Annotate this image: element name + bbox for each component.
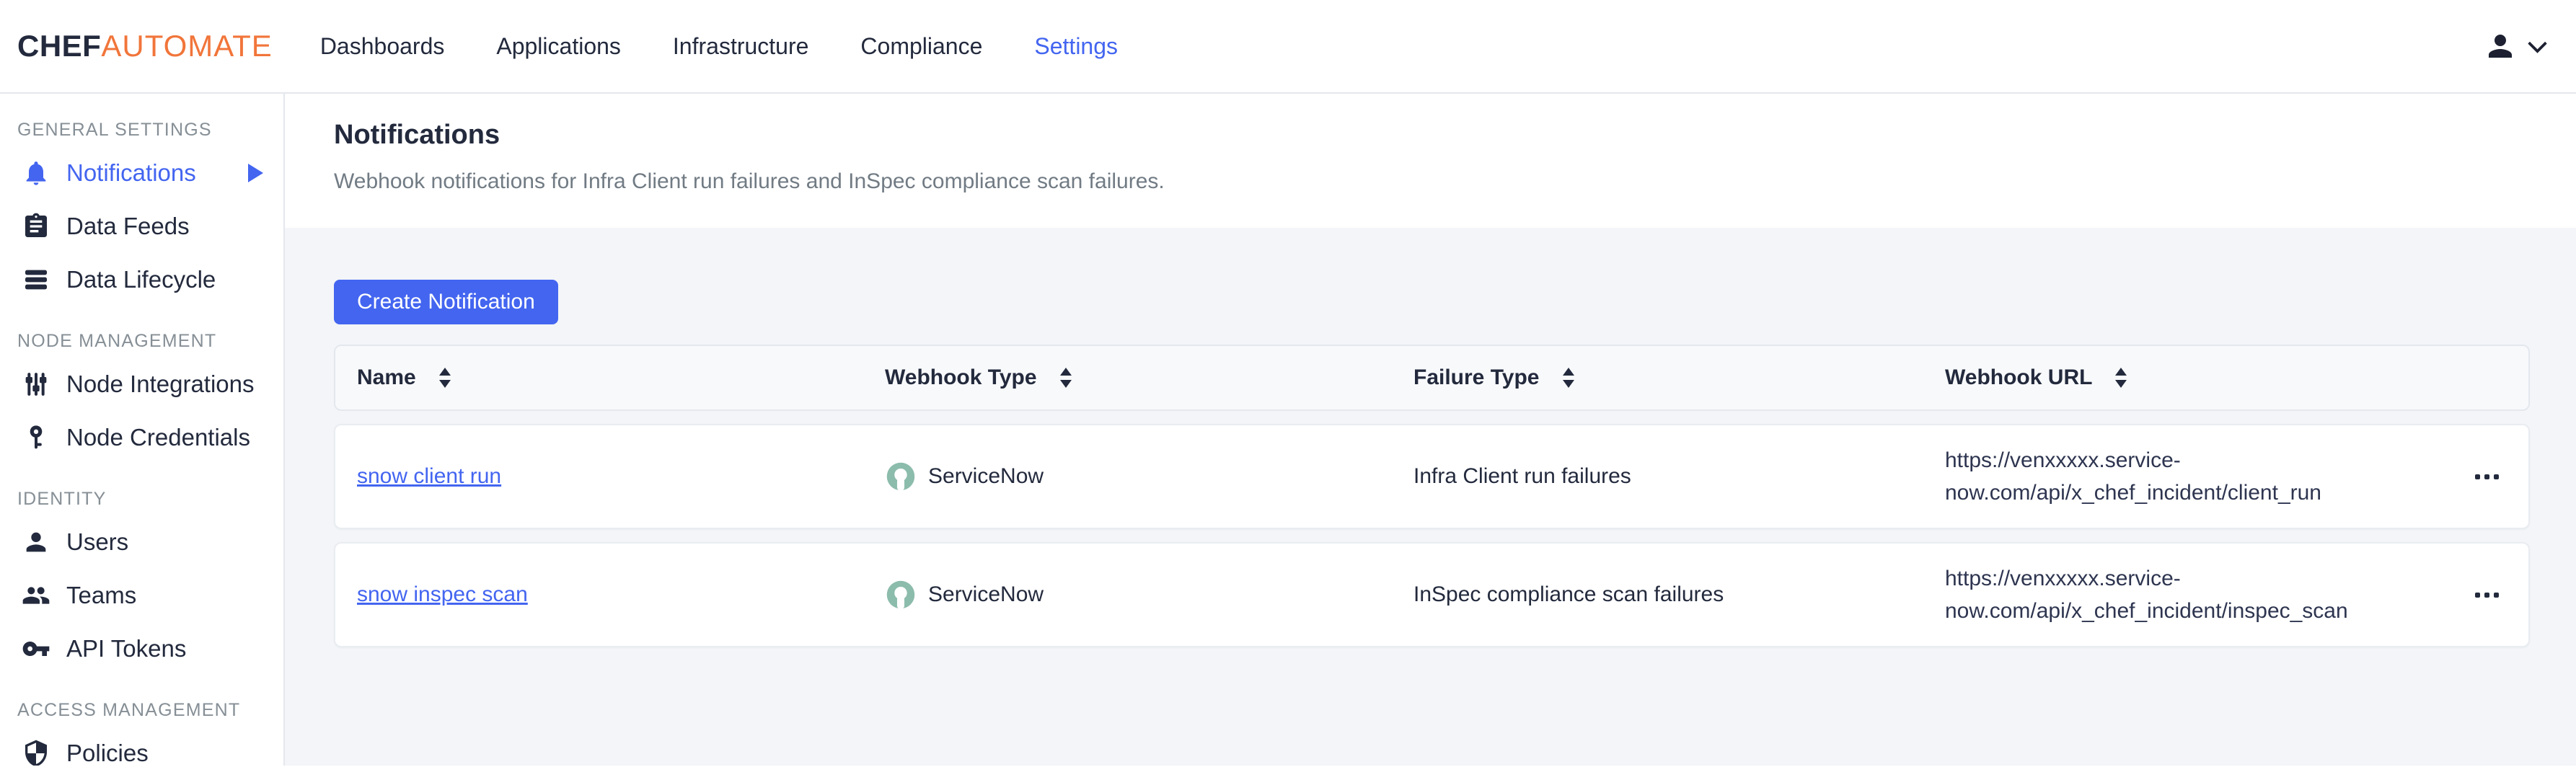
sidebar-item-label: API Tokens	[66, 635, 186, 662]
ellipsis-icon	[2475, 593, 2480, 598]
column-header-name: Name	[335, 365, 863, 390]
sidebar-item-label: Data Feeds	[66, 213, 190, 240]
person-icon	[22, 528, 50, 557]
page-title: Notifications	[334, 120, 2530, 151]
actions-cell	[2445, 466, 2528, 488]
webhook-url-cell: https://venxxxxx.service-now.com/api/x_c…	[1923, 562, 2445, 627]
logo-automate: AUTOMATE	[101, 29, 272, 63]
failure-type-label: Infra Client run failures	[1413, 464, 1631, 489]
sidebar-item-teams[interactable]: Teams	[0, 569, 283, 622]
actions-cell	[2445, 584, 2528, 606]
ellipsis-icon	[2475, 474, 2480, 479]
key-vertical-icon	[22, 423, 50, 452]
notification-name-link[interactable]: snow inspec scan	[357, 582, 528, 607]
table-row: snow inspec scan ServiceNow InSpec compl…	[334, 542, 2530, 647]
section-label: IDENTITY	[0, 483, 283, 515]
row-menu-button[interactable]	[2466, 584, 2507, 606]
main-nav: Dashboards Applications Infrastructure C…	[320, 33, 1118, 60]
table-header-row: Name Webhook Type Failure Type Webhook U…	[334, 345, 2530, 411]
user-menu[interactable]	[2483, 29, 2544, 63]
clipboard-icon	[22, 212, 50, 241]
shield-icon	[22, 739, 50, 766]
sort-icon[interactable]	[439, 368, 451, 388]
failure-type-cell: Infra Client run failures	[1392, 464, 1923, 489]
sidebar-item-policies[interactable]: Policies	[0, 727, 283, 766]
webhook-type-cell: ServiceNow	[863, 461, 1392, 492]
top-nav: CHEFAUTOMATE Dashboards Applications Inf…	[0, 0, 2576, 94]
webhook-type-cell: ServiceNow	[863, 579, 1392, 611]
group-icon	[22, 581, 50, 610]
sidebar-section-general-settings: GENERAL SETTINGS Notifications Data Feed…	[0, 114, 283, 306]
section-label: GENERAL SETTINGS	[0, 114, 283, 146]
nav-link-settings[interactable]: Settings	[1034, 33, 1118, 60]
sliders-icon	[22, 370, 50, 399]
chevron-down-icon	[2528, 34, 2547, 53]
servicenow-icon	[885, 461, 917, 492]
table-row: snow client run ServiceNow Infra Client …	[334, 424, 2530, 529]
key-icon	[22, 634, 50, 663]
webhook-url: https://venxxxxx.service-now.com/api/x_c…	[1945, 444, 2445, 509]
row-menu-button[interactable]	[2466, 466, 2507, 488]
stacked-bars-icon	[22, 265, 50, 294]
nav-link-dashboards[interactable]: Dashboards	[320, 33, 445, 60]
sort-icon[interactable]	[1563, 368, 1574, 388]
settings-sidebar: GENERAL SETTINGS Notifications Data Feed…	[0, 94, 285, 766]
column-header-failure-type: Failure Type	[1392, 365, 1923, 390]
create-notification-button[interactable]: Create Notification	[334, 280, 558, 324]
failure-type-label: InSpec compliance scan failures	[1413, 582, 1724, 607]
nav-link-applications[interactable]: Applications	[496, 33, 621, 60]
name-cell: snow client run	[335, 464, 863, 489]
column-header-webhook-type: Webhook Type	[863, 365, 1392, 390]
page-description: Webhook notifications for Infra Client r…	[334, 169, 2530, 194]
sidebar-item-label: Teams	[66, 582, 136, 609]
sort-icon[interactable]	[1060, 368, 1072, 388]
nav-link-infrastructure[interactable]: Infrastructure	[673, 33, 809, 60]
sidebar-section-access-management: ACCESS MANAGEMENT Policies	[0, 694, 283, 766]
person-icon	[2483, 29, 2518, 63]
page-body: Create Notification Name Webhook Type Fa…	[285, 228, 2576, 766]
section-label: NODE MANAGEMENT	[0, 325, 283, 358]
sidebar-item-label: Data Lifecycle	[66, 266, 216, 293]
logo-chef: CHEF	[17, 29, 101, 63]
column-header-webhook-url: Webhook URL	[1923, 365, 2445, 390]
servicenow-icon	[885, 579, 917, 611]
failure-type-cell: InSpec compliance scan failures	[1392, 582, 1923, 607]
nav-link-compliance[interactable]: Compliance	[860, 33, 982, 60]
sidebar-item-label: Notifications	[66, 159, 196, 187]
main-content: Notifications Webhook notifications for …	[285, 94, 2576, 766]
active-item-arrow-icon	[248, 164, 263, 182]
sidebar-item-label: Node Credentials	[66, 424, 250, 451]
webhook-url: https://venxxxxx.service-now.com/api/x_c…	[1945, 562, 2445, 627]
chef-automate-logo[interactable]: CHEFAUTOMATE	[17, 29, 273, 63]
webhook-type-label: ServiceNow	[928, 582, 1044, 607]
section-label: ACCESS MANAGEMENT	[0, 694, 283, 727]
sidebar-item-label: Users	[66, 528, 128, 556]
page-header: Notifications Webhook notifications for …	[285, 94, 2576, 228]
bell-icon	[22, 159, 50, 187]
name-cell: snow inspec scan	[335, 582, 863, 607]
notification-name-link[interactable]: snow client run	[357, 464, 501, 489]
sidebar-item-notifications[interactable]: Notifications	[0, 146, 283, 200]
sidebar-section-node-management: NODE MANAGEMENT Node Integrations Node C…	[0, 325, 283, 464]
webhook-url-cell: https://venxxxxx.service-now.com/api/x_c…	[1923, 444, 2445, 509]
sidebar-item-users[interactable]: Users	[0, 515, 283, 569]
sidebar-section-identity: IDENTITY Users Teams API Tokens	[0, 483, 283, 675]
notifications-table: Name Webhook Type Failure Type Webhook U…	[334, 345, 2530, 647]
sidebar-item-label: Policies	[66, 740, 149, 766]
sidebar-item-api-tokens[interactable]: API Tokens	[0, 622, 283, 675]
sort-icon[interactable]	[2115, 368, 2127, 388]
sidebar-item-data-lifecycle[interactable]: Data Lifecycle	[0, 253, 283, 306]
webhook-type-label: ServiceNow	[928, 464, 1044, 489]
sidebar-item-node-integrations[interactable]: Node Integrations	[0, 358, 283, 411]
sidebar-item-data-feeds[interactable]: Data Feeds	[0, 200, 283, 253]
sidebar-item-label: Node Integrations	[66, 371, 255, 398]
sidebar-item-node-credentials[interactable]: Node Credentials	[0, 411, 283, 464]
